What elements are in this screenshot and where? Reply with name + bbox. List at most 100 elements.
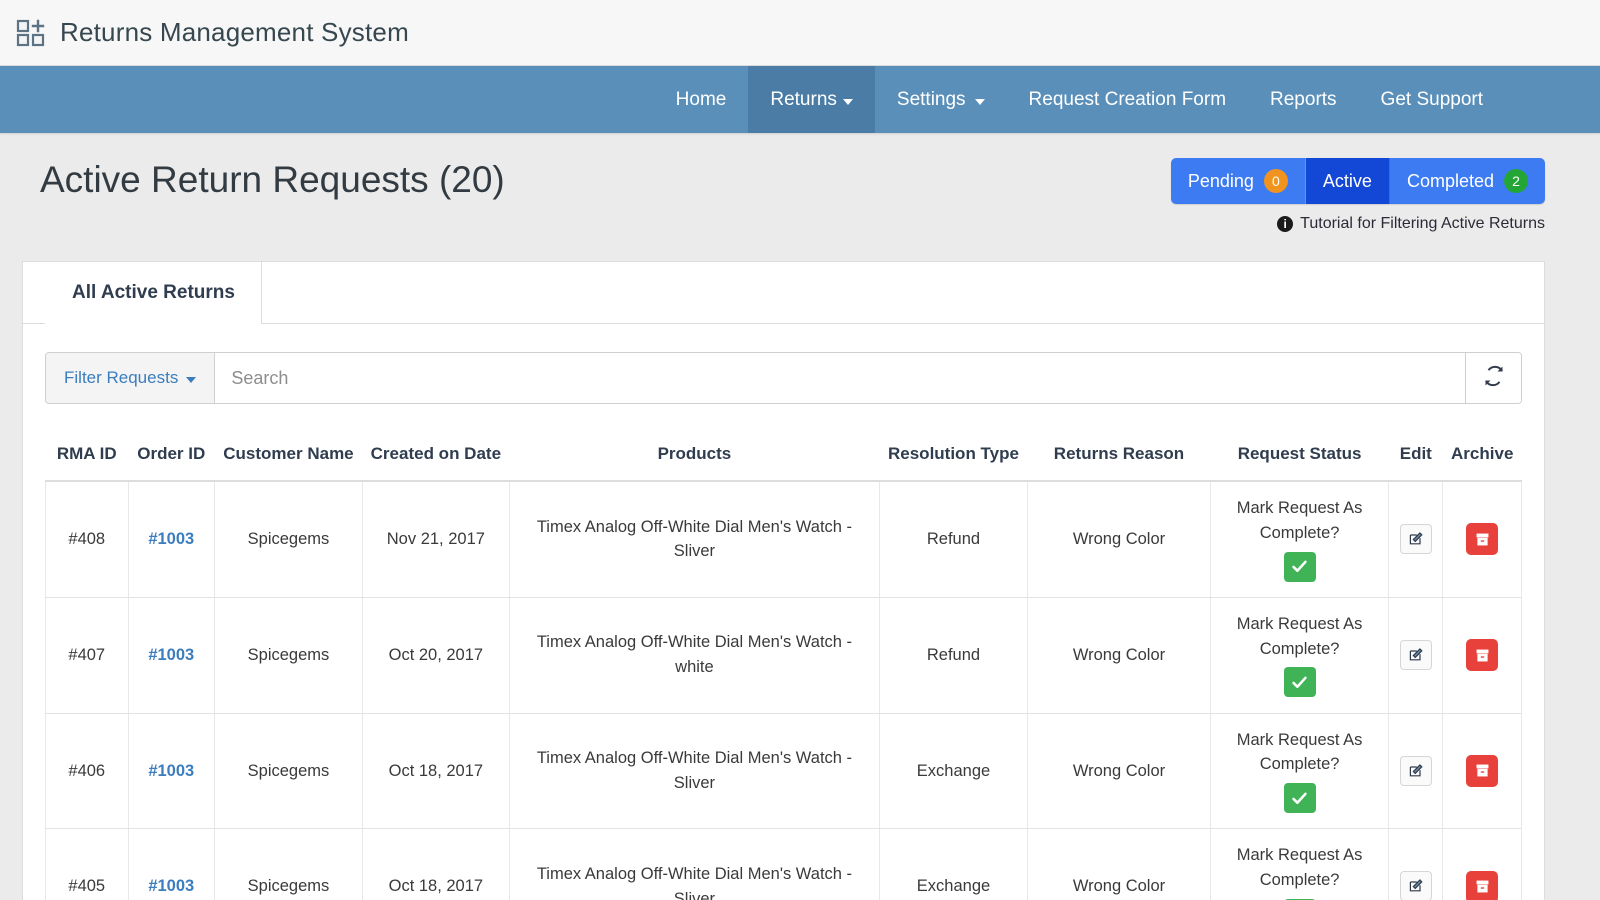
filter-requests-label: Filter Requests [64,368,178,388]
archive-box-icon[interactable] [1466,639,1498,671]
cell-resolution-type: Refund [880,597,1028,713]
mark-complete-prompt: Mark Request As Complete? [1237,846,1363,889]
cell-request-status: Mark Request As Complete? [1211,481,1389,597]
filter-requests-dropdown[interactable]: Filter Requests [46,353,215,403]
mark-complete-button[interactable] [1284,552,1316,582]
cell-products: Timex Analog Off-White Dial Men's Watch … [509,597,879,713]
order-id-link[interactable]: #1003 [148,646,194,664]
column-header-order-id[interactable]: Order ID [128,432,215,481]
cell-order-id[interactable]: #1003 [128,597,215,713]
cell-resolution-type: Exchange [880,713,1028,829]
status-filter-pending[interactable]: Pending 0 [1171,158,1306,204]
archive-box-icon[interactable] [1466,755,1498,787]
grid-plus-icon [14,16,48,50]
brand-bar: Returns Management System [0,0,1600,66]
cell-order-id[interactable]: #1003 [128,829,215,900]
cell-returns-reason: Wrong Color [1027,713,1210,829]
cell-archive [1443,597,1522,713]
tab-filler [262,262,1544,323]
cell-customer-name: Spicegems [215,713,363,829]
cell-edit [1389,829,1443,900]
search-toolbar: Filter Requests [45,352,1522,404]
column-header-created-on[interactable]: Created on Date [362,432,509,481]
status-filter-completed[interactable]: Completed 2 [1390,158,1545,204]
tab-all-active-returns-label: All Active Returns [72,282,235,304]
table-header-row: RMA ID Order ID Customer Name Created on… [46,432,1522,481]
column-header-archive: Archive [1443,432,1522,481]
cell-request-status: Mark Request As Complete? [1211,829,1389,900]
cell-rma-id: #405 [46,829,129,900]
status-filter-active[interactable]: Active [1306,158,1390,204]
returns-panel: All Active Returns Filter Requests [22,261,1545,900]
cell-created-on: Nov 21, 2017 [362,481,509,597]
edit-pencil-icon[interactable] [1400,871,1432,900]
table-row: #407 #1003 Spicegems Oct 20, 2017 Timex … [46,597,1522,713]
tutorial-link[interactable]: i Tutorial for Filtering Active Returns [1277,215,1545,233]
nav-item-reports[interactable]: Reports [1248,66,1359,133]
cell-order-id[interactable]: #1003 [128,713,215,829]
order-id-link[interactable]: #1003 [148,762,194,780]
nav-label-settings: Settings [897,89,966,111]
mark-complete-button[interactable] [1284,783,1316,813]
refresh-icon [1482,364,1506,393]
mark-complete-prompt: Mark Request As Complete? [1237,731,1363,774]
column-header-products[interactable]: Products [509,432,879,481]
cell-created-on: Oct 18, 2017 [362,829,509,900]
order-id-link[interactable]: #1003 [148,877,194,895]
cell-request-status: Mark Request As Complete? [1211,597,1389,713]
info-icon: i [1277,216,1293,232]
cell-rma-id: #406 [46,713,129,829]
column-header-resolution[interactable]: Resolution Type [880,432,1028,481]
panel-tabs: All Active Returns [23,262,1544,324]
archive-box-icon[interactable] [1466,871,1498,900]
column-header-customer-name[interactable]: Customer Name [215,432,363,481]
cell-resolution-type: Refund [880,481,1028,597]
nav-item-settings[interactable]: Settings [875,66,1007,133]
nav-label-reports: Reports [1270,89,1337,111]
cell-archive [1443,829,1522,900]
mark-complete-prompt: Mark Request As Complete? [1237,499,1363,542]
cell-customer-name: Spicegems [215,481,363,597]
mark-complete-prompt: Mark Request As Complete? [1237,615,1363,658]
column-header-edit: Edit [1389,432,1443,481]
nav-item-get-support[interactable]: Get Support [1359,66,1505,133]
nav-item-home[interactable]: Home [654,66,749,133]
cell-edit [1389,713,1443,829]
cell-returns-reason: Wrong Color [1027,481,1210,597]
order-id-link[interactable]: #1003 [148,530,194,548]
mark-complete-button[interactable] [1284,667,1316,697]
edit-pencil-icon[interactable] [1400,524,1432,554]
cell-customer-name: Spicegems [215,829,363,900]
column-header-request-status[interactable]: Request Status [1211,432,1389,481]
edit-pencil-icon[interactable] [1400,756,1432,786]
cell-created-on: Oct 20, 2017 [362,597,509,713]
returns-table: RMA ID Order ID Customer Name Created on… [45,432,1522,900]
search-input[interactable] [215,353,1465,403]
status-filter-pending-badge: 0 [1264,169,1288,193]
archive-box-icon[interactable] [1466,523,1498,555]
nav-item-returns[interactable]: Returns [748,66,875,133]
status-filter-completed-label: Completed [1407,171,1494,192]
table-row: #408 #1003 Spicegems Nov 21, 2017 Timex … [46,481,1522,597]
nav-label-returns: Returns [770,89,837,111]
table-row: #406 #1003 Spicegems Oct 18, 2017 Timex … [46,713,1522,829]
column-header-returns-reason[interactable]: Returns Reason [1027,432,1210,481]
cell-created-on: Oct 18, 2017 [362,713,509,829]
cell-rma-id: #407 [46,597,129,713]
tutorial-link-label: Tutorial for Filtering Active Returns [1300,215,1545,233]
chevron-down-icon [975,99,985,105]
cell-request-status: Mark Request As Complete? [1211,713,1389,829]
status-filter-active-label: Active [1323,171,1372,192]
nav-label-get-support: Get Support [1381,89,1483,111]
cell-returns-reason: Wrong Color [1027,597,1210,713]
refresh-button[interactable] [1465,353,1521,403]
column-header-rma-id[interactable]: RMA ID [46,432,129,481]
nav-item-request-creation-form[interactable]: Request Creation Form [1007,66,1248,133]
tab-all-active-returns[interactable]: All Active Returns [45,262,262,324]
status-filter-completed-badge: 2 [1504,169,1528,193]
cell-resolution-type: Exchange [880,829,1028,900]
cell-order-id[interactable]: #1003 [128,481,215,597]
edit-pencil-icon[interactable] [1400,640,1432,670]
status-filter-button-group: Pending 0 Active Completed 2 [1171,158,1545,204]
cell-customer-name: Spicegems [215,597,363,713]
